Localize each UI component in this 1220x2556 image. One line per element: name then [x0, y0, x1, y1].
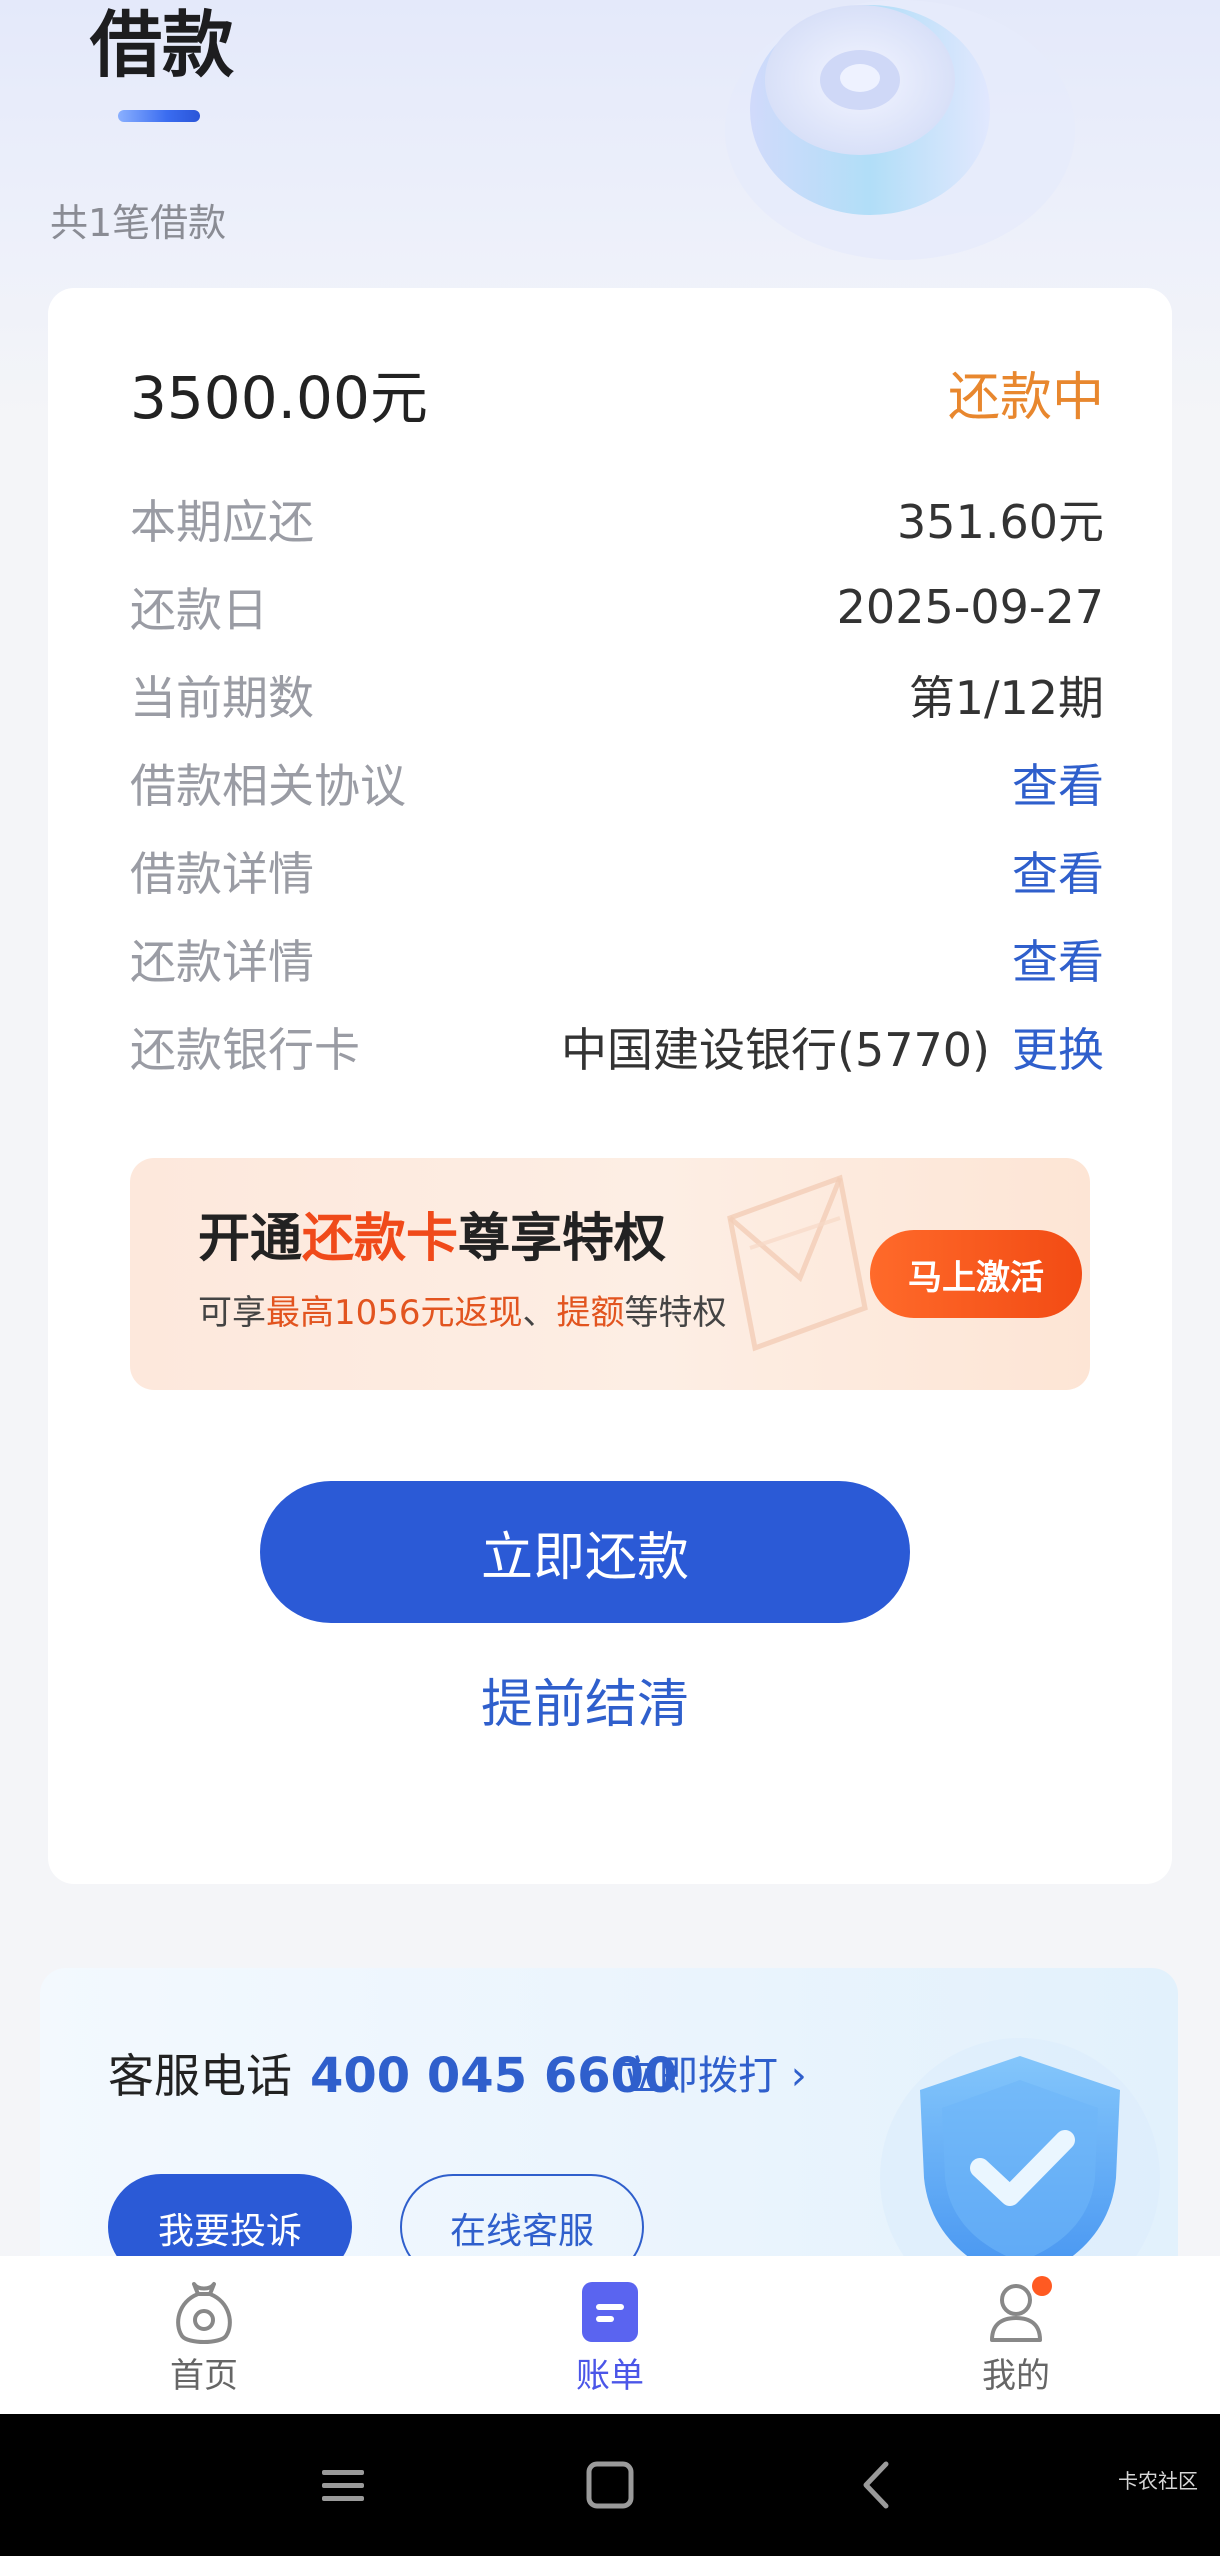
- tab-profile[interactable]: 我的: [916, 2256, 1116, 2414]
- loan-count-text: 共1笔借款: [50, 201, 227, 245]
- promo-sub-suffix: 等特权: [624, 1293, 727, 1333]
- home-square-icon[interactable]: [575, 2450, 645, 2520]
- row-repayment-details: 还款详情 查看: [130, 924, 1104, 994]
- row-label: 还款详情: [130, 935, 314, 989]
- row-label: 当前期数: [130, 671, 314, 725]
- tab-label: 首页: [170, 2356, 238, 2396]
- loan-amount: 3500.00元: [130, 364, 428, 432]
- row-label: 借款相关协议: [130, 759, 406, 813]
- row-current-due: 本期应还 351.60元: [130, 484, 1104, 554]
- early-settlement-link[interactable]: 提前结清: [360, 1670, 810, 1740]
- tab-label: 账单: [576, 2356, 644, 2396]
- row-label: 还款日: [130, 583, 268, 637]
- row-value: 351.60元: [897, 495, 1104, 549]
- envelope-decoration-icon: [727, 1174, 868, 1352]
- row-label: 还款银行卡: [130, 1023, 360, 1077]
- promo-sub-prefix: 可享: [198, 1293, 266, 1333]
- complaint-button[interactable]: 我要投诉: [108, 2174, 352, 2258]
- row-current-period: 当前期数 第1/12期: [130, 660, 1104, 730]
- watermark-text: 卡农社区: [1118, 2469, 1198, 2493]
- activate-now-button[interactable]: 马上激活: [870, 1230, 1082, 1318]
- loan-card: 3500.00元 还款中 本期应还 351.60元 还款日 2025-09-27…: [48, 288, 1172, 1884]
- service-phone-label: 客服电话: [108, 2049, 292, 2103]
- row-value: 第1/12期: [908, 671, 1104, 725]
- view-repayment-details-link[interactable]: 查看: [1012, 926, 1104, 992]
- bottom-tab-bar: 首页 账单 我的: [0, 2256, 1220, 2414]
- row-loan-agreements: 借款相关协议 查看: [130, 748, 1104, 818]
- bill-icon: [582, 2282, 638, 2342]
- view-agreements-link[interactable]: 查看: [1012, 750, 1104, 816]
- menu-icon[interactable]: [308, 2450, 378, 2520]
- row-loan-details: 借款详情 查看: [130, 836, 1104, 906]
- decorative-ring-graphic: [725, 0, 1075, 260]
- bank-card-value: 中国建设银行(5770): [561, 1023, 990, 1077]
- back-icon[interactable]: [842, 2450, 912, 2520]
- customer-service-card: 客服电话 400 045 6600 立即拨打 › 我要投诉 在线客服: [40, 1968, 1178, 2258]
- notification-dot: [1032, 2276, 1052, 2296]
- repay-now-button[interactable]: 立即还款: [260, 1481, 910, 1623]
- online-service-button[interactable]: 在线客服: [400, 2174, 644, 2258]
- promo-title-prefix: 开通: [198, 1209, 303, 1269]
- change-card-link[interactable]: 更换: [1012, 1014, 1104, 1080]
- promo-sub-highlight-cashback: 最高1056元返现: [266, 1293, 523, 1333]
- row-value: 2025-09-27: [836, 580, 1104, 634]
- page-title: 借款: [90, 3, 235, 87]
- tab-home[interactable]: 首页: [104, 2256, 304, 2414]
- row-repayment-bank-card: 还款银行卡 中国建设银行(5770) 更换: [130, 1012, 1104, 1082]
- bank-card-group: 中国建设银行(5770) 更换: [561, 1014, 1104, 1080]
- promo-title: 开通还款卡尊享特权: [198, 1204, 666, 1274]
- row-label: 本期应还: [130, 495, 314, 549]
- tab-bill[interactable]: 账单: [510, 2256, 710, 2414]
- call-now-link[interactable]: 立即拨打 ›: [618, 2044, 807, 2108]
- repayment-card-promo-banner[interactable]: 开通还款卡尊享特权 可享最高1056元返现、提额等特权 马上激活: [130, 1158, 1090, 1390]
- profile-icon-wrap: [980, 2276, 1052, 2348]
- view-loan-details-link[interactable]: 查看: [1012, 838, 1104, 904]
- tab-label: 我的: [982, 2356, 1050, 2396]
- title-underline: [118, 110, 200, 122]
- money-bag-icon: [176, 2282, 232, 2344]
- row-due-date: 还款日 2025-09-27: [130, 572, 1104, 642]
- system-navigation-bar: [0, 2414, 1220, 2556]
- promo-title-highlight: 还款卡: [302, 1209, 459, 1269]
- row-label: 借款详情: [130, 847, 314, 901]
- promo-sub-separator: 、: [522, 1293, 557, 1333]
- shield-check-icon: [880, 2038, 1160, 2258]
- promo-sub-highlight-limit: 提额: [556, 1293, 625, 1333]
- loan-status-badge: 还款中: [947, 368, 1104, 428]
- promo-title-suffix: 尊享特权: [458, 1209, 667, 1269]
- promo-subtitle: 可享最高1056元返现、提额等特权: [198, 1288, 727, 1338]
